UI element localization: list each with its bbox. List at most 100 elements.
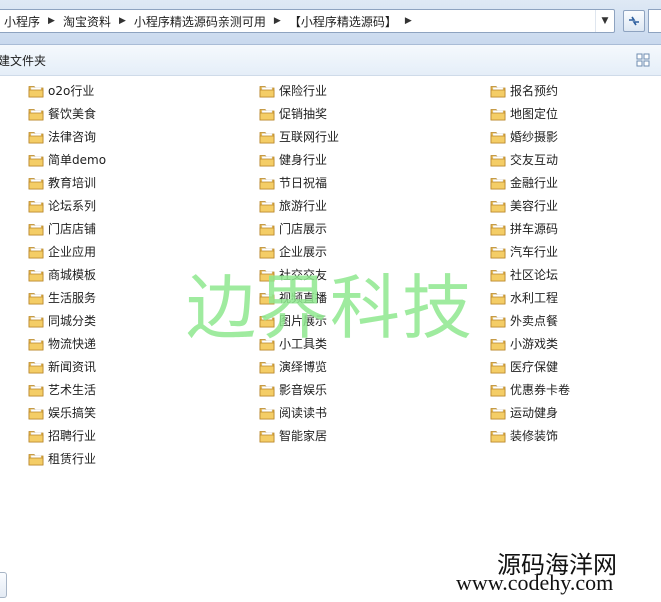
folder-name: 优惠券卡卷 <box>510 383 571 397</box>
folder-icon <box>490 431 506 443</box>
folder-icon <box>28 224 44 236</box>
watermark-center: 边界科技 <box>186 267 474 349</box>
folder-name: 汽车行业 <box>510 245 559 259</box>
folder-icon <box>490 155 506 167</box>
folder-name: 金融行业 <box>510 176 559 190</box>
folder-item[interactable]: 外卖点餐 <box>490 311 558 331</box>
folder-item[interactable]: 健身行业 <box>259 150 327 170</box>
folder-item[interactable]: o2o行业 <box>28 81 94 101</box>
breadcrumb-item[interactable]: 小程序精选源码亲测可用 ▶ <box>129 10 284 32</box>
view-options-button[interactable] <box>634 51 652 69</box>
folder-item[interactable]: 教育培训 <box>28 173 96 193</box>
folder-item[interactable]: 物流快递 <box>28 334 96 354</box>
folder-item[interactable]: 影音娱乐 <box>259 380 327 400</box>
folder-icon <box>490 408 506 420</box>
folder-item[interactable]: 简单demo <box>28 150 106 170</box>
folder-item[interactable]: 地图定位 <box>490 104 558 124</box>
folder-item[interactable]: 汽车行业 <box>490 242 558 262</box>
folder-icon <box>259 86 275 98</box>
folder-item[interactable]: 互联网行业 <box>259 127 339 147</box>
folder-item[interactable]: 节日祝福 <box>259 173 327 193</box>
folder-item[interactable]: 水利工程 <box>490 288 558 308</box>
chevron-right-icon[interactable]: ▶ <box>271 16 284 26</box>
folder-icon <box>490 224 506 236</box>
folder-name: 拼车源码 <box>510 222 559 236</box>
folder-item[interactable]: 企业展示 <box>259 242 327 262</box>
folder-name: o2o行业 <box>48 84 95 98</box>
chevron-right-icon[interactable]: ▶ <box>116 16 129 26</box>
folder-item[interactable]: 演绎博览 <box>259 357 327 377</box>
folder-item[interactable]: 门店展示 <box>259 219 327 239</box>
folder-icon <box>28 385 44 397</box>
folder-item[interactable]: 租赁行业 <box>28 449 96 469</box>
folder-item[interactable]: 论坛系列 <box>28 196 96 216</box>
chevron-right-icon[interactable]: ▶ <box>402 16 415 26</box>
folder-name: 健身行业 <box>279 153 328 167</box>
folder-item[interactable]: 招聘行业 <box>28 426 96 446</box>
folder-item[interactable]: 新闻资讯 <box>28 357 96 377</box>
folder-item[interactable]: 美容行业 <box>490 196 558 216</box>
folder-icon <box>28 362 44 374</box>
folder-item[interactable]: 艺术生活 <box>28 380 96 400</box>
folder-item[interactable]: 促销抽奖 <box>259 104 327 124</box>
folder-name: 旅游行业 <box>279 199 328 213</box>
folder-item[interactable]: 同城分类 <box>28 311 96 331</box>
folder-name: 水利工程 <box>510 291 559 305</box>
chevron-right-icon[interactable]: ▶ <box>45 16 58 26</box>
folder-item[interactable]: 婚纱摄影 <box>490 127 558 147</box>
folder-icon <box>490 293 506 305</box>
folder-name: 生活服务 <box>48 291 97 305</box>
folder-item[interactable]: 金融行业 <box>490 173 558 193</box>
folder-icon <box>28 86 44 98</box>
folder-item[interactable]: 餐饮美食 <box>28 104 96 124</box>
folder-icon <box>490 385 506 397</box>
address-bar[interactable]: 小程序 ▶ 淘宝资料 ▶ 小程序精选源码亲测可用 ▶ 【小程序精选源码】 ▶ ▼ <box>0 9 615 33</box>
folder-item[interactable]: 运动健身 <box>490 403 558 423</box>
folder-item[interactable]: 医疗保健 <box>490 357 558 377</box>
folder-item[interactable]: 企业应用 <box>28 242 96 262</box>
new-folder-button[interactable]: 建文件夹 <box>0 52 46 69</box>
folder-icon <box>259 385 275 397</box>
folder-name: 门店店铺 <box>48 222 97 236</box>
folder-item[interactable]: 社区论坛 <box>490 265 558 285</box>
folder-item[interactable]: 门店店铺 <box>28 219 96 239</box>
folder-item[interactable]: 阅读读书 <box>259 403 327 423</box>
folder-item[interactable]: 装修装饰 <box>490 426 558 446</box>
folder-icon <box>490 247 506 259</box>
folder-item[interactable]: 保险行业 <box>259 81 327 101</box>
folder-name: 小游戏类 <box>510 337 559 351</box>
folder-item[interactable]: 优惠券卡卷 <box>490 380 570 400</box>
breadcrumb-label: 淘宝资料 <box>62 14 111 29</box>
folder-icon <box>490 362 506 374</box>
folder-icon <box>28 132 44 144</box>
folder-name: 交友互动 <box>510 153 559 167</box>
chevron-down-icon[interactable]: ▼ <box>595 10 614 32</box>
folder-name: 同城分类 <box>48 314 97 328</box>
folder-item[interactable]: 智能家居 <box>259 426 327 446</box>
folder-name: 商城模板 <box>48 268 97 282</box>
folder-icon <box>259 224 275 236</box>
folder-name: 智能家居 <box>279 429 328 443</box>
folder-icon <box>490 339 506 351</box>
folder-icon <box>259 155 275 167</box>
folder-icon <box>490 132 506 144</box>
search-input[interactable] <box>648 9 661 33</box>
breadcrumb-item[interactable]: 淘宝资料 ▶ <box>58 10 129 32</box>
folder-item[interactable]: 报名预约 <box>490 81 558 101</box>
folder-item[interactable]: 小游戏类 <box>490 334 558 354</box>
navigation-pane-splitter[interactable] <box>0 572 7 598</box>
folder-name: 婚纱摄影 <box>510 130 559 144</box>
folder-item[interactable]: 法律咨询 <box>28 127 96 147</box>
folder-name: 报名预约 <box>510 84 559 98</box>
folder-name: 艺术生活 <box>48 383 97 397</box>
folder-item[interactable]: 拼车源码 <box>490 219 558 239</box>
breadcrumb-item[interactable]: 【小程序精选源码】 ▶ <box>284 10 415 32</box>
folder-item[interactable]: 商城模板 <box>28 265 96 285</box>
folder-item[interactable]: 旅游行业 <box>259 196 327 216</box>
command-bar: 建文件夹 <box>0 45 661 76</box>
refresh-button[interactable] <box>623 10 645 32</box>
folder-item[interactable]: 生活服务 <box>28 288 96 308</box>
breadcrumb-item[interactable]: 小程序 ▶ <box>0 10 58 32</box>
folder-item[interactable]: 娱乐搞笑 <box>28 403 96 423</box>
folder-item[interactable]: 交友互动 <box>490 150 558 170</box>
